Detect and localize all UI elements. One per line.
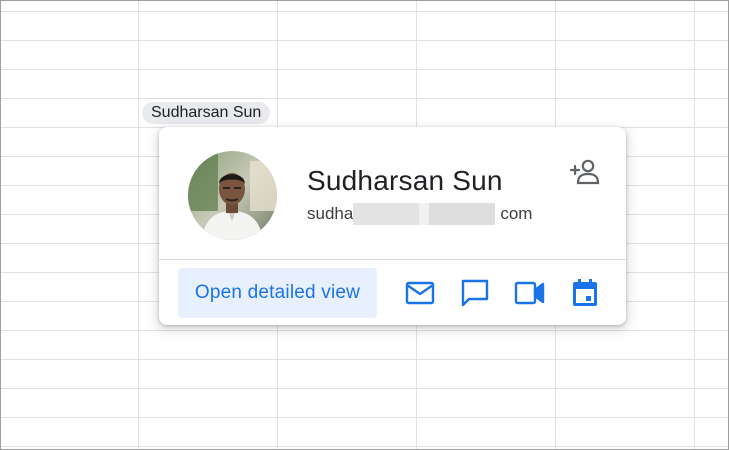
- redacted-block: [429, 203, 496, 225]
- email-suffix: com: [500, 204, 533, 223]
- card-divider: [159, 259, 626, 260]
- email-prefix: sudha: [307, 204, 354, 223]
- mail-icon: [405, 281, 435, 305]
- contact-email: sudha com: [307, 203, 532, 225]
- video-call-button[interactable]: [510, 273, 550, 313]
- video-call-icon: [514, 281, 545, 305]
- add-to-contacts-button[interactable]: [568, 157, 602, 187]
- person-add-icon: [569, 159, 600, 185]
- redacted-block: [353, 203, 420, 225]
- redacted-block: [419, 203, 430, 225]
- chat-icon: [461, 279, 489, 307]
- schedule-event-button[interactable]: [565, 273, 605, 313]
- chat-button[interactable]: [455, 273, 495, 313]
- send-email-button[interactable]: [400, 273, 440, 313]
- calendar-icon: [573, 279, 597, 306]
- person-hovercard: Sudharsan Sun sudha com Open detailed vi…: [159, 127, 626, 325]
- avatar[interactable]: [188, 151, 277, 240]
- person-chip-label: Sudharsan Sun: [151, 104, 262, 121]
- open-detailed-view-button[interactable]: Open detailed view: [178, 268, 377, 318]
- contact-name: Sudharsan Sun: [307, 165, 503, 196]
- avatar-photo: [188, 151, 277, 240]
- person-chip[interactable]: Sudharsan Sun: [142, 102, 271, 124]
